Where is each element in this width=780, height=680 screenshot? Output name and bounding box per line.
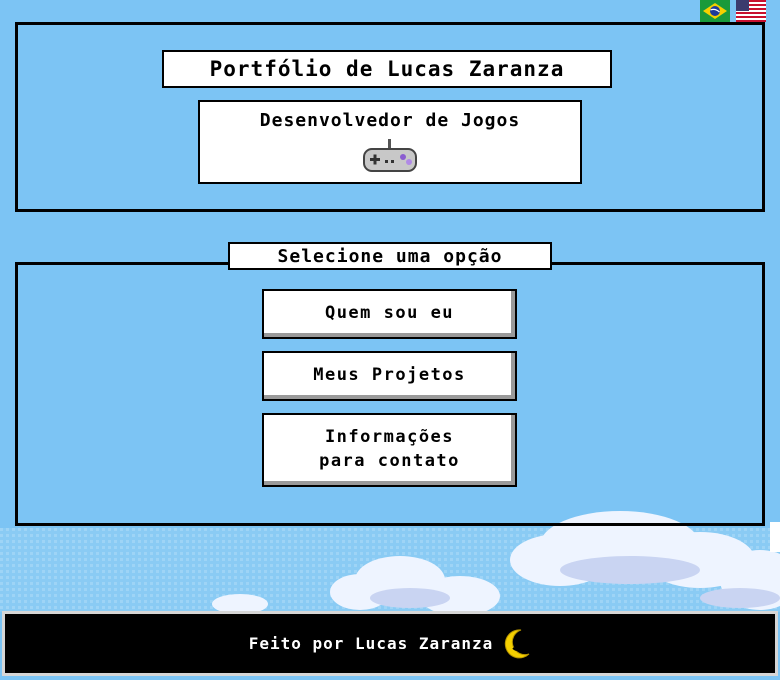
about-me-label: Quem sou eu: [324, 303, 455, 323]
projects-button[interactable]: Meus Projetos: [262, 351, 517, 401]
subtitle-text: Desenvolvedor de Jogos: [259, 110, 521, 131]
page-title-text: Portfólio de Lucas Zaranza: [209, 57, 565, 81]
language-switcher: [700, 0, 766, 22]
contact-label-line1: Informações: [324, 427, 455, 447]
about-me-button[interactable]: Quem sou eu: [262, 289, 517, 339]
menu-legend-text: Selecione uma opção: [277, 245, 503, 267]
subtitle-box: Desenvolvedor de Jogos: [198, 100, 582, 184]
gamepad-icon: [363, 139, 417, 172]
contact-label-line2: para contato: [319, 451, 460, 471]
footer-credit: Feito por Lucas Zaranza: [248, 634, 494, 653]
projects-label: Meus Projetos: [313, 365, 466, 385]
usa-flag-icon[interactable]: [736, 0, 766, 22]
menu-legend: Selecione uma opção: [228, 242, 552, 270]
brazil-flag-icon[interactable]: [700, 0, 730, 22]
contact-info-button[interactable]: Informações para contato: [262, 413, 517, 487]
footer: Feito por Lucas Zaranza: [2, 611, 778, 676]
moon-icon: [505, 628, 530, 658]
page-title: Portfólio de Lucas Zaranza: [162, 50, 612, 88]
